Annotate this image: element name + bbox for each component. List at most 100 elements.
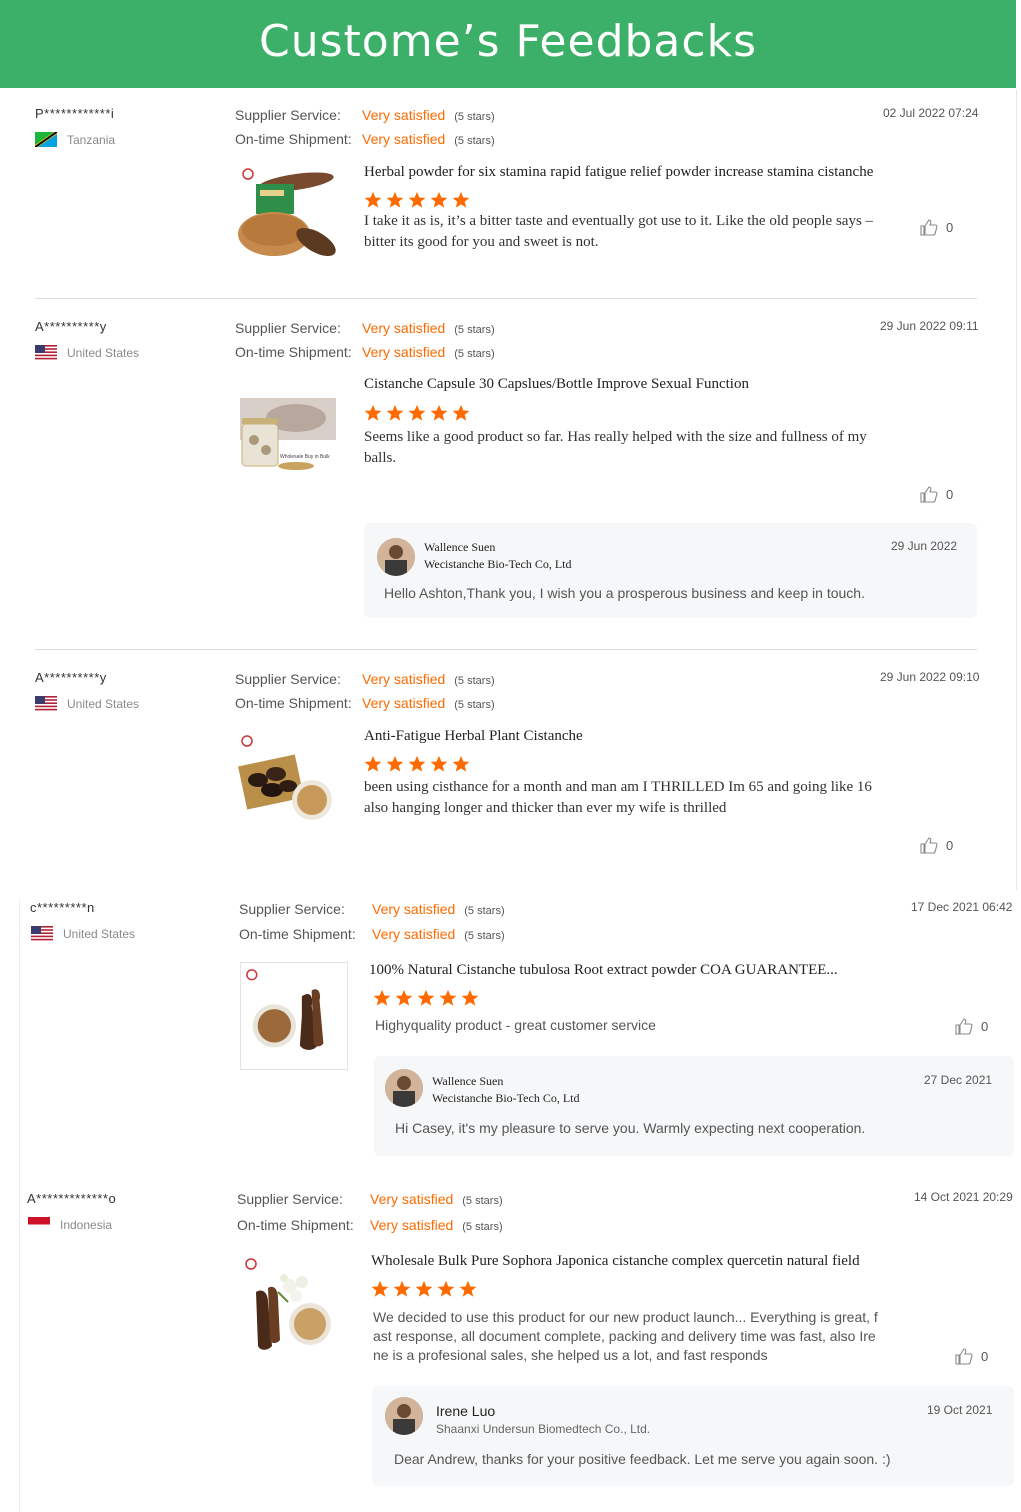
reviewer-name: c*********n	[30, 900, 95, 915]
review-date: 17 Dec 2021 06:42	[911, 900, 1013, 914]
seller-avatar	[377, 538, 415, 576]
reviewer-country: United States	[35, 345, 139, 360]
reviewer-name: A**********y	[35, 670, 107, 685]
seller-reply: Wallence Suen Wecistanche Bio-Tech Co, L…	[374, 1056, 1014, 1156]
thumbs-up-icon	[955, 1018, 973, 1035]
seller-company: Shaanxi Undersun Biomedtech Co., Ltd.	[436, 1422, 651, 1436]
rating-stars-text: (5 stars)	[454, 324, 495, 336]
supplier-service-rating: Supplier Service: Very satisfied (5 star…	[235, 320, 495, 336]
product-title[interactable]: 100% Natural Cistanche tubulosa Root ext…	[369, 962, 838, 979]
star-icon	[386, 404, 404, 421]
star-icon	[386, 755, 404, 772]
product-image[interactable]: Wholesale Buy in Bulk	[236, 380, 344, 488]
like-button[interactable]: 0	[920, 836, 953, 854]
rating-value: Very satisfied	[362, 695, 446, 711]
star-icon	[395, 989, 413, 1006]
supplier-service-rating: Supplier Service: Very satisfied (5 star…	[239, 901, 505, 917]
like-count: 0	[981, 1018, 989, 1034]
star-icon	[459, 1280, 477, 1297]
product-title[interactable]: Anti-Fatigue Herbal Plant Cistanche	[364, 728, 583, 745]
us-flag-icon	[35, 345, 57, 360]
star-icon	[393, 1280, 411, 1297]
product-title[interactable]: Herbal powder for six stamina rapid fati…	[364, 164, 873, 181]
rating-label: On-time Shipment:	[237, 1217, 354, 1233]
thumbs-up-icon	[920, 486, 938, 503]
reply-text: Hello Ashton,Thank you, I wish you a pro…	[384, 585, 865, 601]
seller-name: Wallence Suen	[432, 1074, 504, 1088]
thumbs-up-icon	[920, 837, 938, 854]
star-icon	[439, 989, 457, 1006]
supplier-service-rating: Supplier Service: Very satisfied (5 star…	[237, 1191, 503, 1207]
rating-value: Very satisfied	[362, 131, 446, 147]
ontime-shipment-rating: On-time Shipment: Very satisfied (5 star…	[239, 926, 505, 942]
country-name: United States	[67, 696, 140, 711]
product-title[interactable]: Wholesale Bulk Pure Sophora Japonica cis…	[371, 1253, 860, 1270]
rating-label: Supplier Service:	[235, 107, 341, 123]
star-icon	[417, 989, 435, 1006]
product-image[interactable]	[240, 962, 348, 1070]
review-line: Seems like a good product so far. Has re…	[364, 429, 867, 445]
star-icon	[364, 191, 382, 208]
star-icon	[408, 191, 426, 208]
seller-reply: Wallence Suen Wecistanche Bio-Tech Co, L…	[364, 523, 977, 618]
person-avatar-icon	[385, 1397, 423, 1435]
rating-label: On-time Shipment:	[239, 926, 356, 942]
country-name: Indonesia	[60, 1217, 113, 1232]
reviewer-country: Indonesia	[28, 1217, 112, 1232]
reply-text: Hi Casey, it's my pleasure to serve you.…	[395, 1120, 866, 1136]
product-image[interactable]	[236, 730, 344, 838]
star-icon	[408, 755, 426, 772]
rating-stars-text: (5 stars)	[464, 930, 505, 942]
like-button[interactable]: 0	[920, 485, 953, 503]
rating-label: Supplier Service:	[235, 671, 341, 687]
star-icon	[430, 191, 448, 208]
tanzania-flag-icon	[35, 132, 57, 147]
review-line: been using cisthance for a month and man…	[364, 779, 872, 795]
star-icon	[386, 191, 404, 208]
review-stars	[364, 755, 470, 773]
rating-label: On-time Shipment:	[235, 131, 352, 147]
like-button[interactable]: 0	[955, 1017, 988, 1035]
reviewer-name: A**********y	[35, 319, 107, 334]
seller-avatar	[385, 1397, 423, 1435]
product-image[interactable]	[236, 162, 344, 270]
sophora-flowers-powder-image	[238, 1252, 346, 1360]
product-title[interactable]: Cistanche Capsule 30 Capslues/Bottle Imp…	[364, 376, 749, 393]
like-button[interactable]: 0	[955, 1347, 988, 1365]
rating-stars-text: (5 stars)	[454, 348, 495, 360]
reviewer-country: United States	[31, 926, 135, 941]
review-text: Highyquality product - great customer se…	[375, 1016, 915, 1035]
like-button[interactable]: 0	[920, 218, 953, 236]
person-avatar-icon	[385, 1069, 423, 1107]
capsule-bottle-image: Wholesale Buy in Bulk	[236, 380, 344, 488]
review-date: 14 Oct 2021 20:29	[914, 1190, 1013, 1204]
rating-value: Very satisfied	[372, 926, 456, 942]
cistanche-powder-box-image	[236, 162, 344, 270]
like-count: 0	[946, 837, 954, 853]
reviewer-country: United States	[35, 696, 139, 711]
like-count: 0	[946, 219, 954, 235]
dried-cistanche-slices-image	[236, 730, 344, 838]
supplier-service-rating: Supplier Service: Very satisfied (5 star…	[235, 107, 495, 123]
review-date: 29 Jun 2022 09:11	[880, 319, 979, 333]
review-stars	[364, 404, 470, 422]
ontime-shipment-rating: On-time Shipment: Very satisfied (5 star…	[237, 1217, 503, 1233]
rating-value: Very satisfied	[362, 107, 446, 123]
product-image[interactable]	[238, 1252, 346, 1360]
star-icon	[408, 404, 426, 421]
rating-value: Very satisfied	[362, 344, 446, 360]
review-line: We decided to use this product for our n…	[373, 1309, 878, 1325]
review-text: Seems like a good product so far. Has re…	[364, 427, 904, 469]
feedback-banner: Custome’s Feedbacks	[0, 0, 1016, 88]
indonesia-flag-icon	[28, 1217, 50, 1232]
star-icon	[373, 989, 391, 1006]
review-stars	[364, 191, 470, 209]
reply-text: Dear Andrew, thanks for your positive fe…	[394, 1451, 891, 1467]
reviewer-name: A*************o	[27, 1191, 117, 1206]
thumbs-up-icon	[920, 219, 938, 236]
review-text: I take it as is, it’s a bitter taste and…	[364, 211, 904, 253]
rating-label: On-time Shipment:	[235, 344, 352, 360]
us-flag-icon	[31, 926, 53, 941]
reviewer-country: Tanzania	[35, 132, 115, 147]
star-icon	[452, 755, 470, 772]
